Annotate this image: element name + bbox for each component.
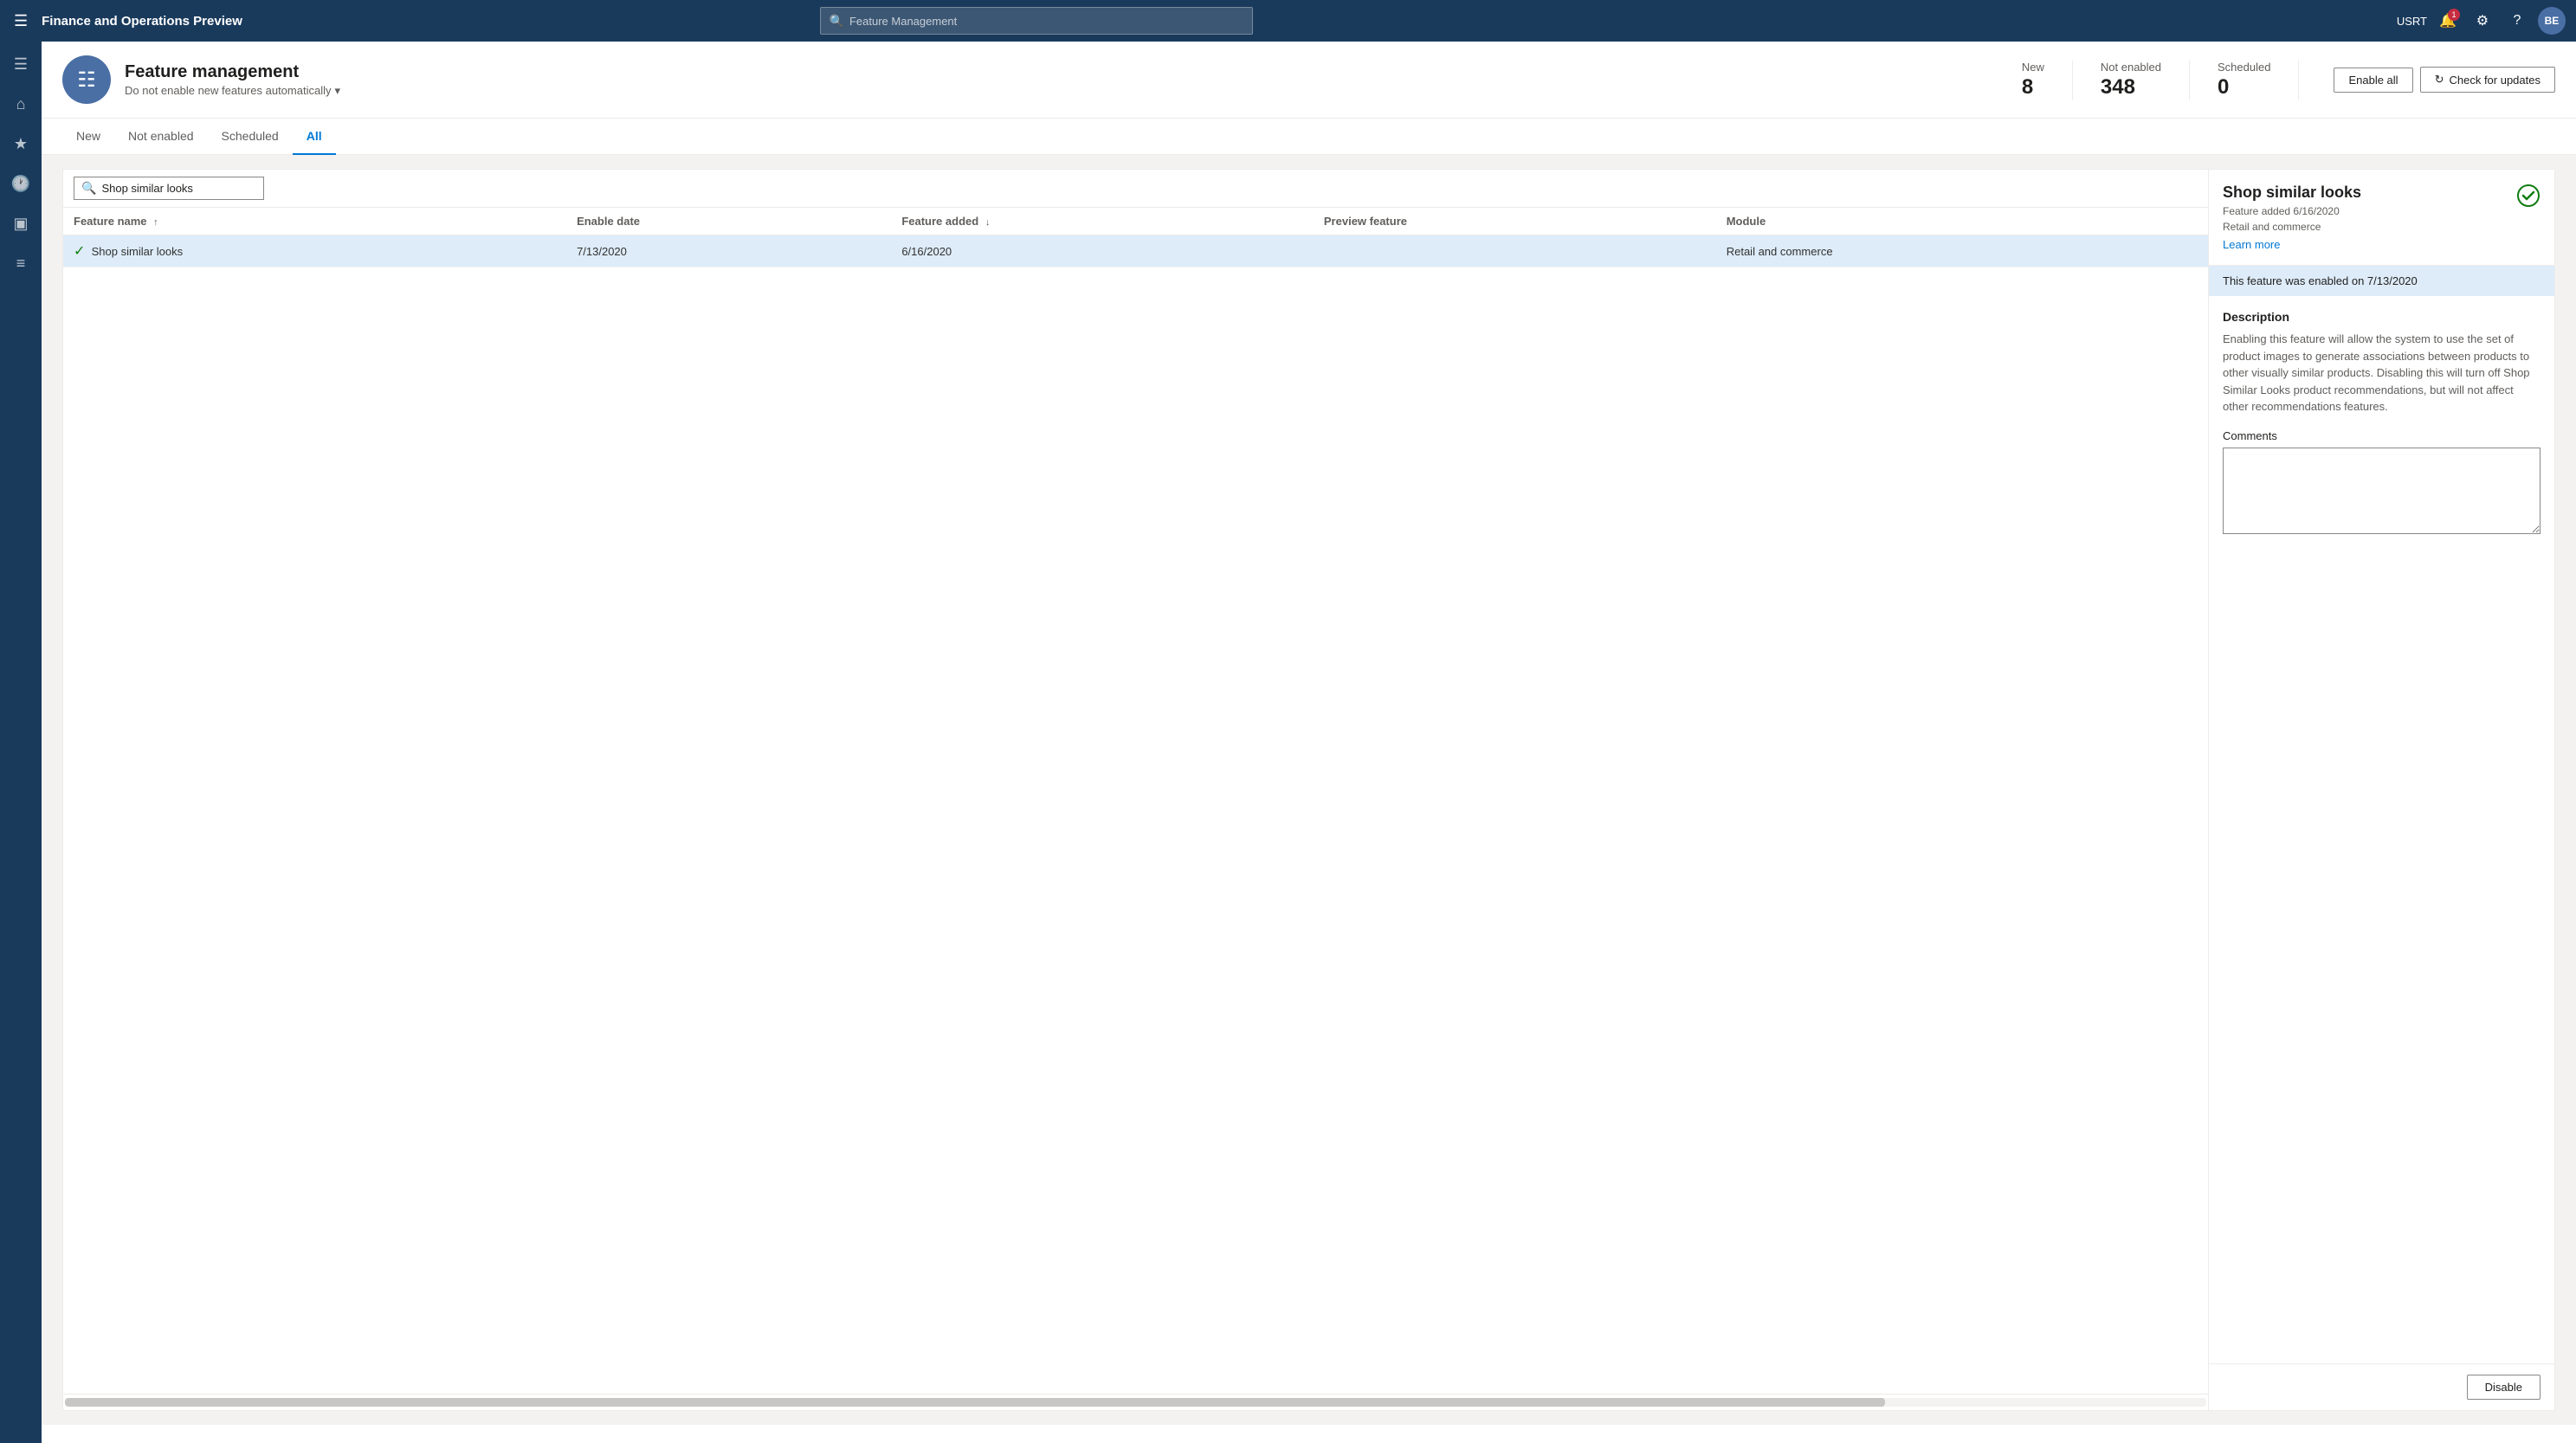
scrollbar-area[interactable] (63, 1394, 2208, 1410)
horizontal-scrollbar[interactable] (65, 1398, 2206, 1407)
sidebar-modules-icon[interactable]: ≡ (2, 244, 40, 282)
global-search[interactable]: 🔍 (820, 7, 1253, 35)
hamburger-icon[interactable]: ☰ (10, 9, 31, 34)
page-subtitle[interactable]: Do not enable new features automatically… (125, 84, 2008, 98)
left-sidebar: ☰ ⌂ ★ 🕐 ▣ ≡ (0, 42, 42, 1443)
sort-desc-icon: ↓ (985, 217, 991, 228)
enable-all-button[interactable]: Enable all (2334, 68, 2412, 93)
sidebar-menu-icon[interactable]: ☰ (2, 45, 40, 83)
detail-body: Description Enabling this feature will a… (2209, 296, 2554, 1363)
notification-badge: 1 (2448, 9, 2460, 21)
main-content: ☷ Feature management Do not enable new f… (42, 42, 2576, 1443)
sort-asc-icon: ↑ (153, 217, 158, 228)
notifications-button[interactable]: 🔔 1 (2434, 7, 2462, 35)
global-search-input[interactable] (849, 15, 1243, 28)
search-input-wrap[interactable]: 🔍 (74, 177, 264, 200)
stat-not-enabled-label: Not enabled (2101, 61, 2161, 74)
description-title: Description (2223, 310, 2540, 324)
sidebar-favorites-icon[interactable]: ★ (2, 125, 40, 163)
detail-enabled-icon (2516, 184, 2540, 214)
comments-textarea[interactable] (2223, 448, 2540, 534)
tabs-bar: New Not enabled Scheduled All (42, 119, 2576, 155)
detail-footer: Disable (2209, 1363, 2554, 1410)
nav-username: USRT (2397, 15, 2427, 28)
tab-not-enabled[interactable]: Not enabled (114, 119, 208, 155)
feature-panel: 🔍 Feature name ↑ (62, 169, 2209, 1411)
help-button[interactable]: ? (2503, 7, 2531, 35)
col-feature-name[interactable]: Feature name ↑ (63, 208, 566, 235)
sidebar-recent-icon[interactable]: 🕐 (2, 164, 40, 203)
feature-table-scroll[interactable]: Feature name ↑ Enable date Feature added… (63, 208, 2208, 1394)
tab-scheduled[interactable]: Scheduled (208, 119, 293, 155)
stat-new-value: 8 (2022, 75, 2044, 100)
detail-feature-added: Feature added 6/16/2020 (2223, 205, 2361, 217)
cell-module: Retail and commerce (1716, 235, 2208, 267)
comments-label: Comments (2223, 429, 2540, 442)
page-header: ☷ Feature management Do not enable new f… (42, 42, 2576, 119)
header-actions: Enable all ↻ Check for updates (2313, 67, 2555, 93)
avatar[interactable]: BE (2538, 7, 2566, 35)
feature-search-input[interactable] (101, 182, 256, 195)
stat-new: New 8 (2022, 61, 2073, 100)
detail-module: Retail and commerce (2223, 221, 2361, 233)
feature-management-icon: ☷ (77, 68, 96, 93)
subtitle-text: Do not enable new features automatically (125, 84, 331, 97)
content-area: 🔍 Feature name ↑ (42, 155, 2576, 1425)
check-updates-button[interactable]: ↻ Check for updates (2420, 67, 2555, 93)
disable-button[interactable]: Disable (2467, 1375, 2540, 1400)
tab-new[interactable]: New (62, 119, 114, 155)
detail-description: Enabling this feature will allow the sys… (2223, 331, 2540, 416)
cell-feature-added: 6/16/2020 (891, 235, 1314, 267)
cell-feature-name: ✓ Shop similar looks (63, 235, 566, 267)
cell-enable-date: 7/13/2020 (566, 235, 891, 267)
tab-all[interactable]: All (293, 119, 336, 155)
stat-scheduled-value: 0 (2218, 75, 2270, 100)
learn-more-link[interactable]: Learn more (2223, 238, 2361, 251)
col-module[interactable]: Module (1716, 208, 2208, 235)
enabled-check-icon: ✓ (74, 244, 85, 259)
stat-not-enabled: Not enabled 348 (2073, 61, 2190, 100)
table-row[interactable]: ✓ Shop similar looks 7/13/2020 6/16/2020… (63, 235, 2208, 267)
sidebar-workspaces-icon[interactable]: ▣ (2, 204, 40, 242)
search-icon: 🔍 (830, 14, 844, 29)
scrollbar-thumb (65, 1398, 1885, 1407)
refresh-icon: ↻ (2435, 73, 2444, 87)
stats-area: New 8 Not enabled 348 Scheduled 0 (2022, 61, 2300, 100)
stat-scheduled: Scheduled 0 (2190, 61, 2299, 100)
stat-not-enabled-value: 348 (2101, 75, 2161, 100)
detail-panel: Shop similar looks Feature added 6/16/20… (2209, 169, 2555, 1411)
search-bar: 🔍 (63, 170, 2208, 208)
settings-button[interactable]: ⚙ (2469, 7, 2496, 35)
col-feature-added[interactable]: Feature added ↓ (891, 208, 1314, 235)
col-preview-feature[interactable]: Preview feature (1314, 208, 1716, 235)
feature-table: Feature name ↑ Enable date Feature added… (63, 208, 2208, 267)
col-enable-date[interactable]: Enable date (566, 208, 891, 235)
check-updates-label: Check for updates (2449, 74, 2540, 87)
stat-scheduled-label: Scheduled (2218, 61, 2270, 74)
page-title: Feature management (125, 62, 2008, 82)
detail-header: Shop similar looks Feature added 6/16/20… (2209, 170, 2554, 266)
detail-enabled-banner: This feature was enabled on 7/13/2020 (2209, 266, 2554, 296)
detail-info: Shop similar looks Feature added 6/16/20… (2223, 184, 2361, 251)
nav-right: USRT 🔔 1 ⚙ ? BE (2397, 7, 2566, 35)
page-title-area: Feature management Do not enable new fea… (125, 62, 2008, 98)
search-icon: 🔍 (81, 181, 96, 196)
stat-new-label: New (2022, 61, 2044, 74)
app-body: ☰ ⌂ ★ 🕐 ▣ ≡ ☷ Feature management Do not … (0, 42, 2576, 1443)
page-icon: ☷ (62, 55, 111, 104)
top-nav: ☰ Finance and Operations Preview 🔍 USRT … (0, 0, 2576, 42)
sidebar-home-icon[interactable]: ⌂ (2, 85, 40, 123)
chevron-down-icon: ▾ (334, 84, 340, 98)
detail-title: Shop similar looks (2223, 184, 2361, 202)
app-title: Finance and Operations Preview (42, 14, 242, 29)
table-header-row: Feature name ↑ Enable date Feature added… (63, 208, 2208, 235)
cell-preview-feature (1314, 235, 1716, 267)
